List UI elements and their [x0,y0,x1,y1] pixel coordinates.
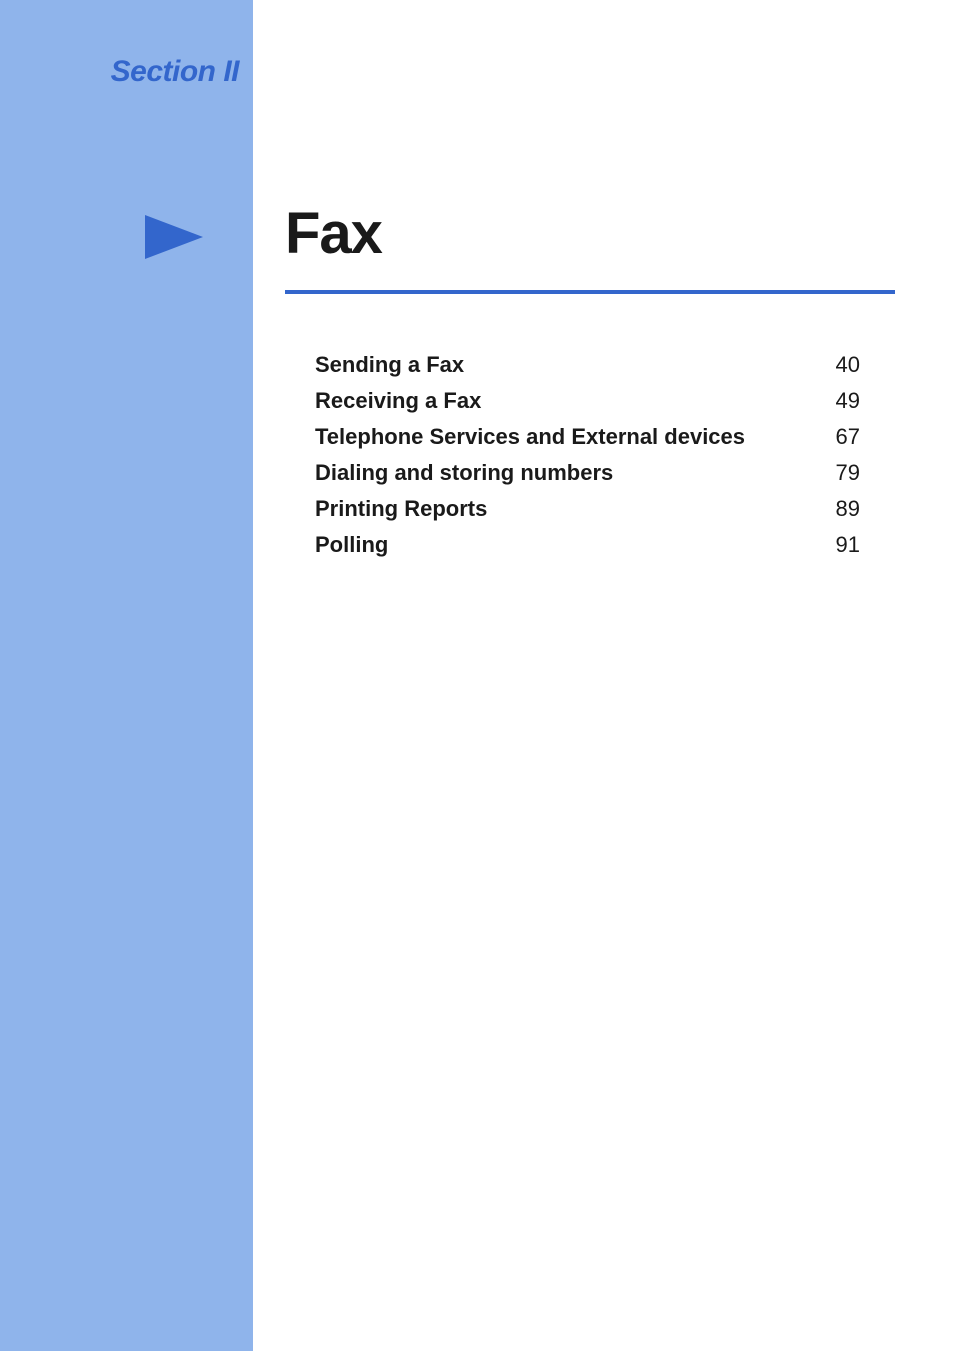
toc-item-title[interactable]: Polling [315,532,388,558]
toc-item-title[interactable]: Telephone Services and External devices [315,424,745,450]
title-underline [285,290,895,294]
toc-row: Printing Reports 89 [315,496,860,522]
toc-row: Sending a Fax 40 [315,352,860,378]
toc-item-page: 49 [836,388,860,414]
toc-item-title[interactable]: Dialing and storing numbers [315,460,613,486]
toc-row: Telephone Services and External devices … [315,424,860,450]
section-label: Section II [111,55,239,89]
page-title: Fax [285,200,382,267]
toc-item-page: 89 [836,496,860,522]
toc-row: Polling 91 [315,532,860,558]
toc-item-page: 67 [836,424,860,450]
toc-item-page: 91 [836,532,860,558]
arrow-right-icon [145,215,203,259]
sidebar: Section II [0,0,253,1351]
toc-row: Receiving a Fax 49 [315,388,860,414]
toc-item-title[interactable]: Receiving a Fax [315,388,481,414]
table-of-contents: Sending a Fax 40 Receiving a Fax 49 Tele… [315,352,860,568]
toc-item-title[interactable]: Printing Reports [315,496,487,522]
toc-row: Dialing and storing numbers 79 [315,460,860,486]
toc-item-page: 79 [836,460,860,486]
toc-item-title[interactable]: Sending a Fax [315,352,464,378]
toc-item-page: 40 [836,352,860,378]
